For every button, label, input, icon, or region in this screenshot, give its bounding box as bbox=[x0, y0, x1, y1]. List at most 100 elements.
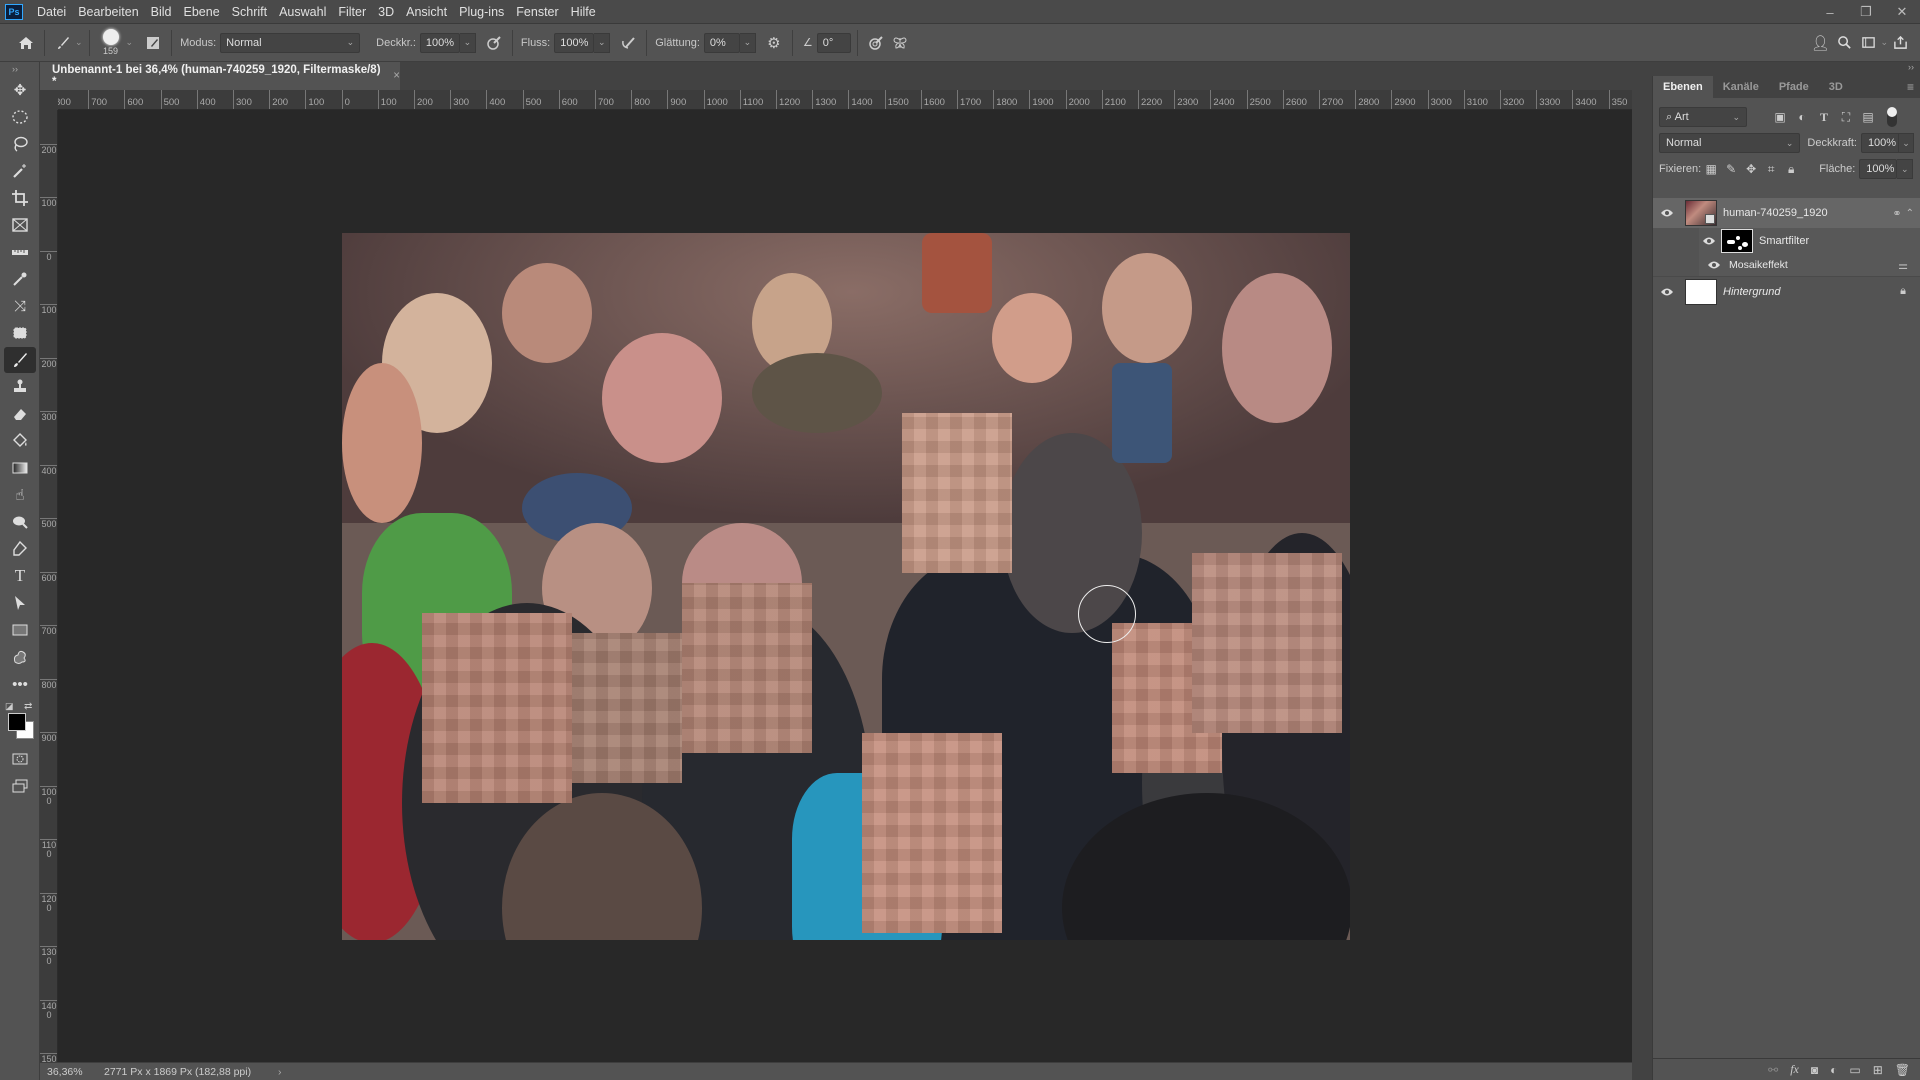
menu-plugins[interactable]: Plug-ins bbox=[453, 5, 510, 19]
quick-mask-button[interactable] bbox=[4, 746, 36, 772]
collapse-effects-icon[interactable]: ⌃ bbox=[1906, 208, 1914, 219]
tab-pfade[interactable]: Pfade bbox=[1769, 76, 1819, 98]
filter-mask-thumbnail[interactable] bbox=[1721, 229, 1753, 253]
smoothing-dropdown[interactable]: ⌄ bbox=[739, 32, 756, 53]
tool-more[interactable]: ••• bbox=[4, 671, 36, 697]
tool-frame[interactable] bbox=[4, 212, 36, 238]
filter-smart-objects-icon[interactable]: ▤ bbox=[1857, 110, 1879, 124]
collapse-panels-icon[interactable]: ›› bbox=[1908, 62, 1914, 72]
tool-path-selection[interactable] bbox=[4, 590, 36, 616]
layer-row-smart-filter[interactable]: Smartfilter bbox=[1699, 228, 1920, 254]
workspace-button[interactable] bbox=[1856, 31, 1880, 55]
screen-mode-button[interactable] bbox=[4, 773, 36, 799]
close-window-button[interactable]: ✕ bbox=[1884, 0, 1920, 24]
blend-mode-select[interactable]: Normal ⌄ bbox=[1659, 133, 1801, 153]
default-colors-icon[interactable]: ◪ bbox=[5, 701, 14, 712]
horizontal-ruler[interactable]: 8007006005004003002001000100200300400500… bbox=[58, 90, 1632, 110]
brush-settings-toggle[interactable] bbox=[141, 31, 165, 55]
tool-clone-stamp[interactable] bbox=[4, 374, 36, 400]
tool-preset-picker[interactable] bbox=[51, 31, 75, 55]
tool-smudge[interactable]: ☝︎ bbox=[4, 482, 36, 508]
layer-opacity-dropdown[interactable]: ⌄ bbox=[1898, 133, 1914, 153]
filter-adjustment-layers-icon[interactable]: ◐ bbox=[1791, 110, 1813, 124]
document-tab[interactable]: Unbenannt-1 bei 36,4% (human-740259_1920… bbox=[44, 62, 400, 90]
tool-content-aware-move[interactable]: ⤨ bbox=[4, 293, 36, 319]
tool-eraser[interactable] bbox=[4, 401, 36, 427]
pressure-opacity-button[interactable] bbox=[482, 31, 506, 55]
menu-filter[interactable]: Filter bbox=[332, 5, 372, 19]
new-group-folder-icon[interactable]: ▭ bbox=[1849, 1063, 1860, 1077]
share-button[interactable] bbox=[1888, 31, 1912, 55]
swap-colors-icon[interactable]: ⇄ bbox=[24, 701, 32, 712]
canvas-area[interactable] bbox=[58, 110, 1632, 1062]
brush-preset-picker[interactable]: 159 bbox=[96, 26, 126, 60]
lock-pixels-icon[interactable]: ✎ bbox=[1721, 162, 1741, 176]
panel-menu-icon[interactable]: ≡ bbox=[1907, 80, 1914, 94]
filter-pixel-layers-icon[interactable]: ▣ bbox=[1769, 110, 1791, 124]
menu-fenster[interactable]: Fenster bbox=[510, 5, 564, 19]
layer-filter-select[interactable]: ⌕ Art ⌄ bbox=[1659, 107, 1747, 127]
menu-schrift[interactable]: Schrift bbox=[226, 5, 273, 19]
flow-input[interactable]: 100% bbox=[554, 32, 595, 53]
visibility-eye-icon[interactable] bbox=[1653, 287, 1681, 297]
angle-input[interactable]: 0° bbox=[816, 32, 851, 53]
trash-icon[interactable]: 🗑︎ bbox=[1895, 1063, 1910, 1077]
lock-position-icon[interactable]: ✥ bbox=[1741, 162, 1761, 176]
visibility-eye-icon[interactable] bbox=[1653, 208, 1681, 218]
tool-lasso[interactable] bbox=[4, 131, 36, 157]
symmetry-button[interactable] bbox=[888, 31, 912, 55]
menu-3d[interactable]: 3D bbox=[372, 5, 400, 19]
ruler-origin[interactable] bbox=[40, 90, 58, 110]
menu-ansicht[interactable]: Ansicht bbox=[400, 5, 453, 19]
tool-type[interactable]: T bbox=[4, 563, 36, 589]
fx-icon[interactable]: fx bbox=[1790, 1062, 1799, 1077]
tool-elliptical-marquee[interactable] bbox=[4, 104, 36, 130]
status-menu-arrow-icon[interactable]: › bbox=[278, 1066, 282, 1078]
restore-button[interactable]: ❐ bbox=[1848, 0, 1884, 24]
pressure-size-button[interactable] bbox=[864, 31, 888, 55]
tool-eyedropper[interactable] bbox=[4, 266, 36, 292]
document-image[interactable] bbox=[342, 233, 1350, 940]
flow-dropdown[interactable]: ⌄ bbox=[594, 32, 611, 53]
menu-bild[interactable]: Bild bbox=[145, 5, 178, 19]
tool-ruler[interactable] bbox=[4, 239, 36, 265]
tool-brush[interactable] bbox=[4, 347, 36, 373]
lock-transparency-icon[interactable]: ▦ bbox=[1701, 162, 1721, 176]
tool-custom-shape[interactable] bbox=[4, 644, 36, 670]
smoothing-input[interactable]: 0% bbox=[703, 32, 740, 53]
tab-3d[interactable]: 3D bbox=[1819, 76, 1853, 98]
tool-move[interactable]: ✥ bbox=[4, 77, 36, 103]
menu-auswahl[interactable]: Auswahl bbox=[273, 5, 332, 19]
lock-all-icon[interactable]: 🔒︎ bbox=[1781, 162, 1801, 177]
filter-blending-options-icon[interactable]: ⚌ bbox=[1898, 259, 1908, 272]
opacity-input[interactable]: 100% bbox=[419, 32, 460, 53]
layer-row-background[interactable]: Hintergrund 🔒︎ bbox=[1653, 276, 1920, 306]
tab-kanaele[interactable]: Kanäle bbox=[1713, 76, 1769, 98]
layer-filter-toggle[interactable] bbox=[1887, 107, 1897, 127]
tool-pen[interactable] bbox=[4, 536, 36, 562]
fill-dropdown[interactable]: ⌄ bbox=[1897, 159, 1914, 179]
close-tab-icon[interactable]: × bbox=[393, 70, 400, 82]
filter-shape-layers-icon[interactable]: ⛶ bbox=[1835, 110, 1857, 125]
menu-datei[interactable]: Datei bbox=[31, 5, 72, 19]
layer-row-smart-object[interactable]: human-740259_1920 ⚭ ⌃ bbox=[1653, 198, 1920, 228]
smoothing-options-button[interactable]: ⚙ bbox=[762, 31, 786, 55]
search-button[interactable] bbox=[1832, 31, 1856, 55]
tool-dodge[interactable] bbox=[4, 509, 36, 535]
tool-magic-wand[interactable] bbox=[4, 158, 36, 184]
tool-object-selection[interactable] bbox=[4, 320, 36, 346]
link-layers-icon[interactable]: ⚯ bbox=[1768, 1063, 1778, 1077]
tool-gradient[interactable] bbox=[4, 455, 36, 481]
fill-input[interactable]: 100% bbox=[1859, 159, 1898, 179]
visibility-eye-icon[interactable] bbox=[1699, 236, 1719, 246]
user-account-button[interactable]: 👤︎ bbox=[1808, 31, 1832, 55]
new-layer-icon[interactable]: ⊞ bbox=[1873, 1063, 1883, 1077]
opacity-dropdown[interactable]: ⌄ bbox=[459, 32, 476, 53]
lock-artboard-icon[interactable]: ⌗ bbox=[1761, 162, 1781, 177]
collapse-toolbar-icon[interactable]: ›› bbox=[0, 62, 39, 76]
tool-crop[interactable] bbox=[4, 185, 36, 211]
tool-paint-bucket[interactable] bbox=[4, 428, 36, 454]
menu-bearbeiten[interactable]: Bearbeiten bbox=[72, 5, 144, 19]
tool-rectangle[interactable] bbox=[4, 617, 36, 643]
airbrush-button[interactable] bbox=[616, 31, 640, 55]
